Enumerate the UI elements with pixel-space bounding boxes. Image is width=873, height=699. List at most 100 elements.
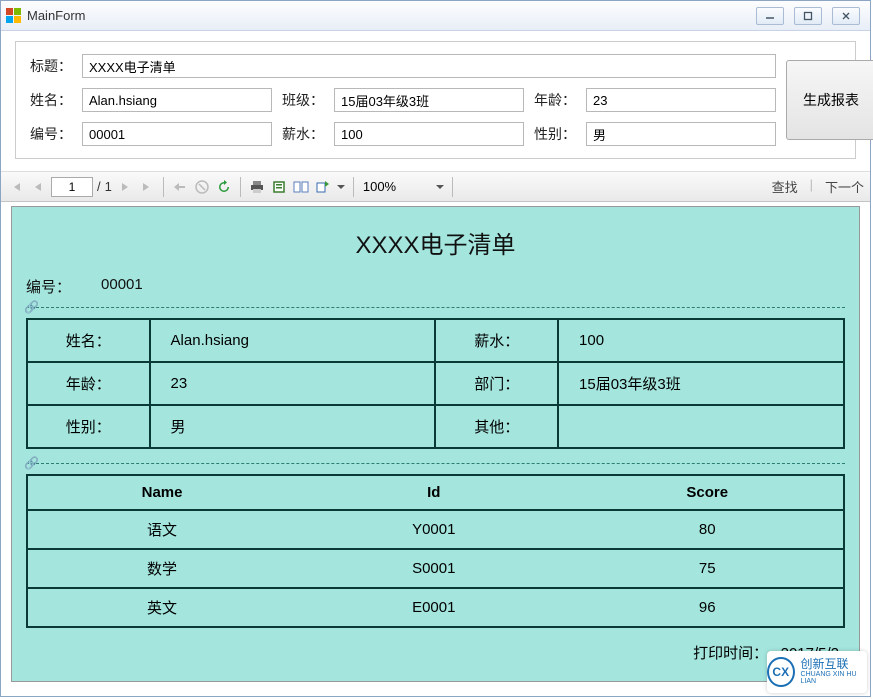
print-time-label: 打印时间： <box>693 645 768 662</box>
info-name-label: 姓名： <box>27 319 150 362</box>
info-table: 姓名： Alan.hsiang 薪水： 100 年龄： 23 部门： 15届03… <box>26 318 845 449</box>
minimize-button[interactable] <box>756 7 784 25</box>
link-icon: 🔗 <box>24 300 39 314</box>
class-input[interactable] <box>334 88 524 112</box>
scores-cell: 语文 <box>27 510 296 549</box>
info-gender-label: 性别： <box>27 405 150 448</box>
stop-icon[interactable] <box>193 178 211 196</box>
report-toolbar: / 1 <box>1 172 870 202</box>
watermark-logo: CX 创新互联 CHUANG XIN HU LIAN <box>767 651 867 693</box>
scores-cell: 75 <box>571 549 844 588</box>
scores-cell: E0001 <box>296 588 571 627</box>
form-panel: 标题： 生成报表 姓名： 班级： 年龄： 编号： 薪水： 性别： <box>1 31 870 172</box>
generate-report-button[interactable]: 生成报表 <box>786 60 873 140</box>
app-icon <box>5 8 21 24</box>
table-row: 数学 S0001 75 <box>27 549 844 588</box>
print-time: 打印时间： 2017/5/2 <box>26 642 845 663</box>
label-gender: 性别： <box>534 124 576 144</box>
scores-cell: S0001 <box>296 549 571 588</box>
scores-table: Name Id Score 语文 Y0001 80 数学 S0001 75 英文… <box>26 474 845 628</box>
report-id-label: 编号： <box>26 276 71 297</box>
page-setup-icon[interactable] <box>292 178 310 196</box>
scores-cell: 96 <box>571 588 844 627</box>
info-other-label: 其他： <box>435 405 558 448</box>
info-dept-label: 部门： <box>435 362 558 405</box>
info-age-value: 23 <box>150 362 436 405</box>
main-window: MainForm 标题： 生成报表 姓名： 班级： 年龄： 编号： <box>0 0 871 697</box>
watermark-py: CHUANG XIN HU LIAN <box>801 671 867 686</box>
scores-cell: 80 <box>571 510 844 549</box>
report-page: XXXX电子清单 编号： 00001 🔗 姓名： Alan.hsiang 薪水：… <box>11 206 860 682</box>
print-layout-icon[interactable] <box>270 178 288 196</box>
scores-cell: 英文 <box>27 588 296 627</box>
scores-header-id: Id <box>296 475 571 510</box>
close-icon <box>841 11 851 21</box>
label-id: 编号： <box>30 124 72 144</box>
maximize-icon <box>803 11 813 21</box>
watermark-circle: CX <box>767 657 795 687</box>
dropdown-icon[interactable] <box>336 178 346 196</box>
id-input[interactable] <box>82 122 272 146</box>
report-viewer[interactable]: XXXX电子清单 编号： 00001 🔗 姓名： Alan.hsiang 薪水：… <box>1 202 870 696</box>
zoom-dropdown-icon[interactable] <box>435 178 445 196</box>
back-icon[interactable] <box>171 178 189 196</box>
info-name-value: Alan.hsiang <box>150 319 436 362</box>
toolbar-separator <box>240 177 241 197</box>
page-current-input[interactable] <box>51 177 93 197</box>
next-page-icon[interactable] <box>116 178 134 196</box>
info-other-value <box>558 405 844 448</box>
scores-header-name: Name <box>27 475 296 510</box>
report-head-row: 编号： 00001 <box>26 276 845 297</box>
info-salary-label: 薪水： <box>435 319 558 362</box>
find-link[interactable]: 查找 <box>772 177 798 196</box>
info-salary-value: 100 <box>558 319 844 362</box>
gender-input[interactable] <box>586 122 776 146</box>
page-total: 1 <box>105 179 112 194</box>
form-grid: 标题： 生成报表 姓名： 班级： 年龄： 编号： 薪水： 性别： <box>15 41 856 159</box>
title-input[interactable] <box>82 54 776 78</box>
zoom-select[interactable] <box>361 178 431 195</box>
age-input[interactable] <box>586 88 776 112</box>
section-divider: 🔗 <box>26 463 845 464</box>
window-buttons <box>756 7 860 25</box>
info-gender-value: 男 <box>150 405 436 448</box>
report-id-value: 00001 <box>101 276 143 297</box>
page-separator: / <box>97 179 101 194</box>
scores-header-score: Score <box>571 475 844 510</box>
print-icon[interactable] <box>248 178 266 196</box>
toolbar-separator <box>163 177 164 197</box>
minimize-icon <box>765 11 775 21</box>
first-page-icon[interactable] <box>7 178 25 196</box>
info-age-label: 年龄： <box>27 362 150 405</box>
watermark-cn: 创新互联 <box>801 658 867 671</box>
prev-page-icon[interactable] <box>29 178 47 196</box>
link-icon: 🔗 <box>24 456 39 470</box>
label-salary: 薪水： <box>282 124 324 144</box>
refresh-icon[interactable] <box>215 178 233 196</box>
table-row: 语文 Y0001 80 <box>27 510 844 549</box>
label-name: 姓名： <box>30 90 72 110</box>
info-dept-value: 15届03年级3班 <box>558 362 844 405</box>
maximize-button[interactable] <box>794 7 822 25</box>
label-age: 年龄： <box>534 90 576 110</box>
toolbar-separator <box>452 177 453 197</box>
scores-cell: 数学 <box>27 549 296 588</box>
export-icon[interactable] <box>314 178 332 196</box>
next-link[interactable]: 下一个 <box>825 177 864 196</box>
name-input[interactable] <box>82 88 272 112</box>
close-button[interactable] <box>832 7 860 25</box>
label-class: 班级： <box>282 90 324 110</box>
toolbar-separator <box>353 177 354 197</box>
watermark-text: 创新互联 CHUANG XIN HU LIAN <box>801 658 867 685</box>
last-page-icon[interactable] <box>138 178 156 196</box>
titlebar: MainForm <box>1 1 870 31</box>
window-title: MainForm <box>27 8 756 23</box>
salary-input[interactable] <box>334 122 524 146</box>
label-title: 标题： <box>30 56 72 76</box>
table-row: 英文 E0001 96 <box>27 588 844 627</box>
toolbar-pipe: | <box>810 177 813 196</box>
toolbar-right: 查找 | 下一个 <box>772 177 864 196</box>
section-divider: 🔗 <box>26 307 845 308</box>
scores-cell: Y0001 <box>296 510 571 549</box>
report-title: XXXX电子清单 <box>26 225 845 260</box>
